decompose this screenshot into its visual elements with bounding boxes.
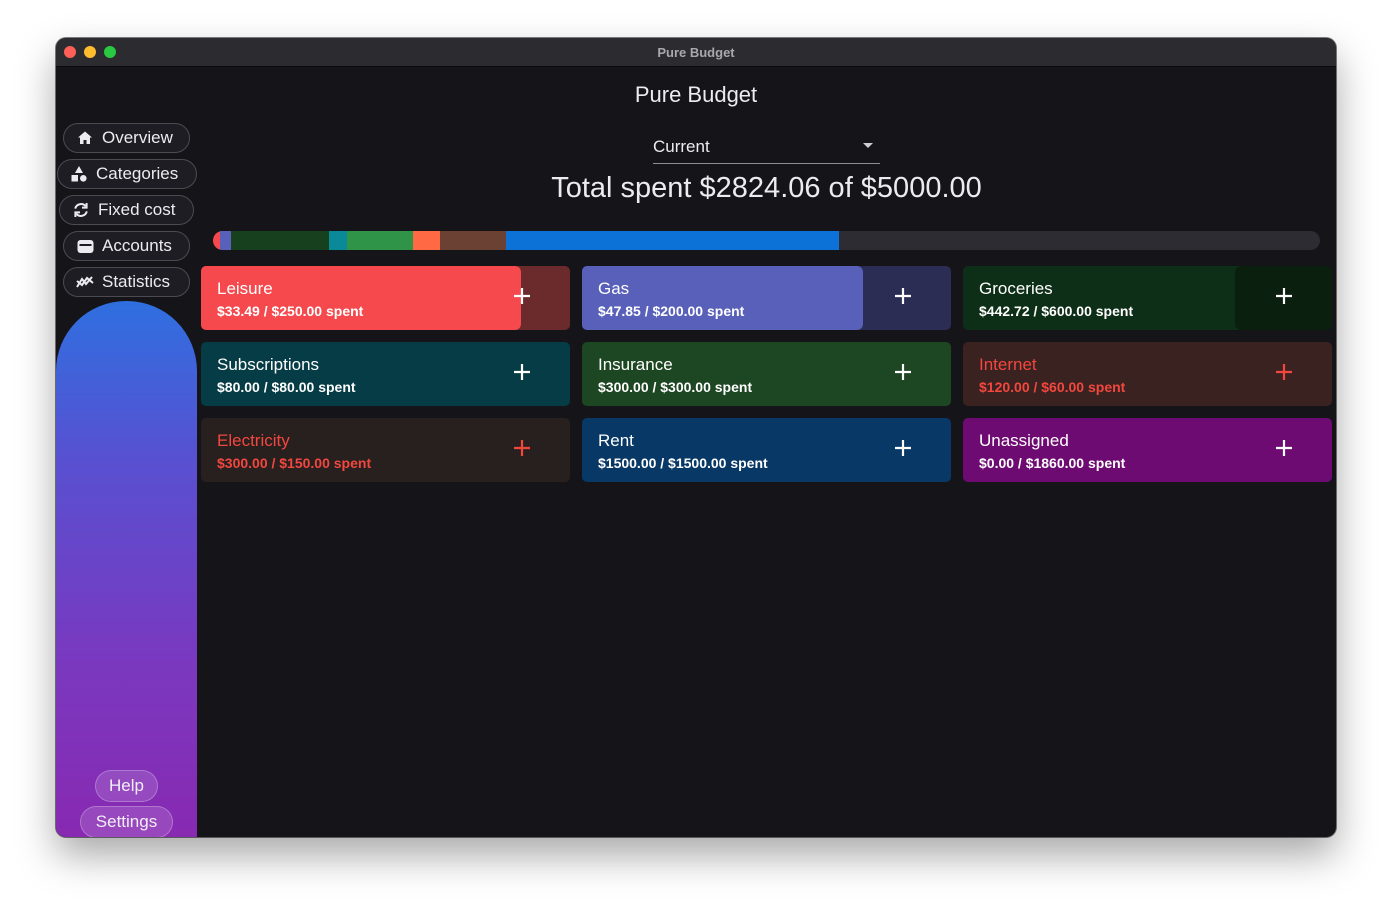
category-name: Groceries — [979, 279, 1053, 298]
category-card-electricity[interactable]: Electricity $300.00 / $150.00 spent — [201, 418, 570, 482]
category-spent: $33.49 / $250.00 spent — [217, 303, 364, 319]
sidebar-item-accounts[interactable]: Accounts — [63, 231, 190, 261]
settings-button[interactable]: Settings — [80, 806, 173, 837]
category-name: Rent — [598, 431, 634, 450]
category-name: Subscriptions — [217, 355, 320, 374]
category-card-insurance[interactable]: Insurance $300.00 / $300.00 spent — [582, 342, 951, 406]
bar-segment-groceries — [231, 231, 330, 250]
add-transaction-icon[interactable] — [891, 436, 915, 460]
category-spent: $80.00 / $80.00 spent — [217, 379, 356, 395]
category-card-subscriptions[interactable]: Subscriptions $80.00 / $80.00 spent — [201, 342, 570, 406]
sidebar-item-overview[interactable]: Overview — [63, 123, 190, 153]
home-icon — [76, 129, 94, 147]
category-name: Gas — [598, 279, 630, 298]
category-name: Leisure — [217, 279, 273, 298]
bar-segment-subscriptions — [329, 231, 348, 250]
category-card-rent[interactable]: Rent $1500.00 / $1500.00 spent — [582, 418, 951, 482]
sidebar-decoration — [56, 301, 197, 837]
category-card-gas[interactable]: Gas $47.85 / $200.00 spent — [582, 266, 951, 330]
category-name: Unassigned — [979, 431, 1069, 450]
add-transaction-icon[interactable] — [1272, 436, 1296, 460]
bar-segment-rent — [506, 231, 839, 250]
add-transaction-icon[interactable] — [510, 436, 534, 460]
bar-segment-internet — [413, 231, 441, 250]
add-transaction-icon[interactable] — [1272, 284, 1296, 308]
period-select[interactable]: Current — [653, 135, 880, 164]
sidebar-item-label: Statistics — [102, 272, 171, 291]
chevron-down-icon — [863, 143, 873, 148]
add-transaction-icon[interactable] — [1272, 360, 1296, 384]
total-spent: Total spent $2824.06 of $5000.00 — [551, 172, 982, 204]
category-spent: $47.85 / $200.00 spent — [598, 303, 745, 319]
add-transaction-icon[interactable] — [891, 360, 915, 384]
category-name: Electricity — [217, 431, 290, 450]
category-card-groceries[interactable]: Groceries $442.72 / $600.00 spent — [963, 266, 1332, 330]
bar-segment-electricity — [439, 231, 507, 250]
bar-segment-insurance — [346, 231, 414, 250]
chart-line-icon — [76, 273, 94, 291]
add-transaction-icon[interactable] — [510, 284, 534, 308]
category-spent: $120.00 / $60.00 spent — [979, 379, 1126, 395]
sidebar-item-statistics[interactable]: Statistics — [63, 267, 190, 297]
category-name: Internet — [979, 355, 1037, 374]
app-title: Pure Budget — [634, 82, 758, 107]
sidebar-item-label: Accounts — [102, 236, 172, 255]
category-card-internet[interactable]: Internet $120.00 / $60.00 spent — [963, 342, 1332, 406]
sidebar-item-label: Overview — [102, 128, 173, 147]
app-window: Pure Budget Pure Budget Overview Categor… — [56, 38, 1336, 837]
category-spent: $442.72 / $600.00 spent — [979, 303, 1134, 319]
category-spent: $300.00 / $300.00 spent — [598, 379, 753, 395]
spending-progress-bar — [213, 231, 1320, 250]
period-select-value: Current — [653, 137, 710, 156]
title-bar: Pure Budget — [56, 38, 1336, 67]
add-transaction-icon[interactable] — [891, 284, 915, 308]
category-spent: $1500.00 / $1500.00 spent — [598, 455, 768, 471]
category-card-leisure[interactable]: Leisure $33.49 / $250.00 spent — [201, 266, 570, 330]
window-title: Pure Budget — [657, 45, 735, 60]
bar-segment-gas — [220, 231, 232, 250]
category-name: Insurance — [598, 355, 673, 374]
category-spent: $0.00 / $1860.00 spent — [979, 455, 1126, 471]
category-card-unassigned[interactable]: Unassigned $0.00 / $1860.00 spent — [963, 418, 1332, 482]
help-button[interactable]: Help — [95, 770, 158, 802]
add-transaction-icon[interactable] — [510, 360, 534, 384]
category-spent: $300.00 / $150.00 spent — [217, 455, 372, 471]
wallet-icon — [76, 237, 94, 255]
